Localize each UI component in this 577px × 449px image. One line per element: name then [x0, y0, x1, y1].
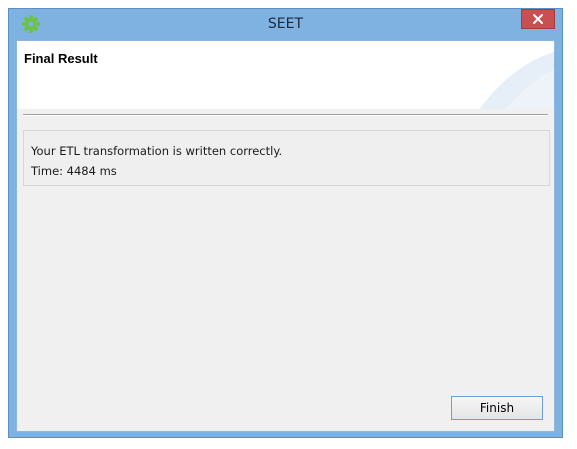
page-title: Final Result [24, 51, 98, 66]
dialog-content: Final Result Your ETL transformation is … [16, 40, 555, 432]
finish-button[interactable]: Finish [451, 396, 543, 420]
close-icon [533, 14, 543, 24]
result-message-box: Your ETL transformation is written corre… [23, 130, 550, 186]
title-bar[interactable]: SEET [9, 9, 562, 39]
elapsed-time: Time: 4484 ms [31, 164, 117, 178]
close-button[interactable] [521, 9, 555, 29]
window-title: SEET [267, 16, 304, 32]
header-decoration [479, 51, 554, 109]
dialog-window: SEET Final Result Your ETL transformatio… [8, 8, 563, 438]
result-message: Your ETL transformation is written corre… [31, 144, 283, 158]
wizard-header: Final Result [17, 41, 554, 109]
header-separator [23, 114, 548, 116]
